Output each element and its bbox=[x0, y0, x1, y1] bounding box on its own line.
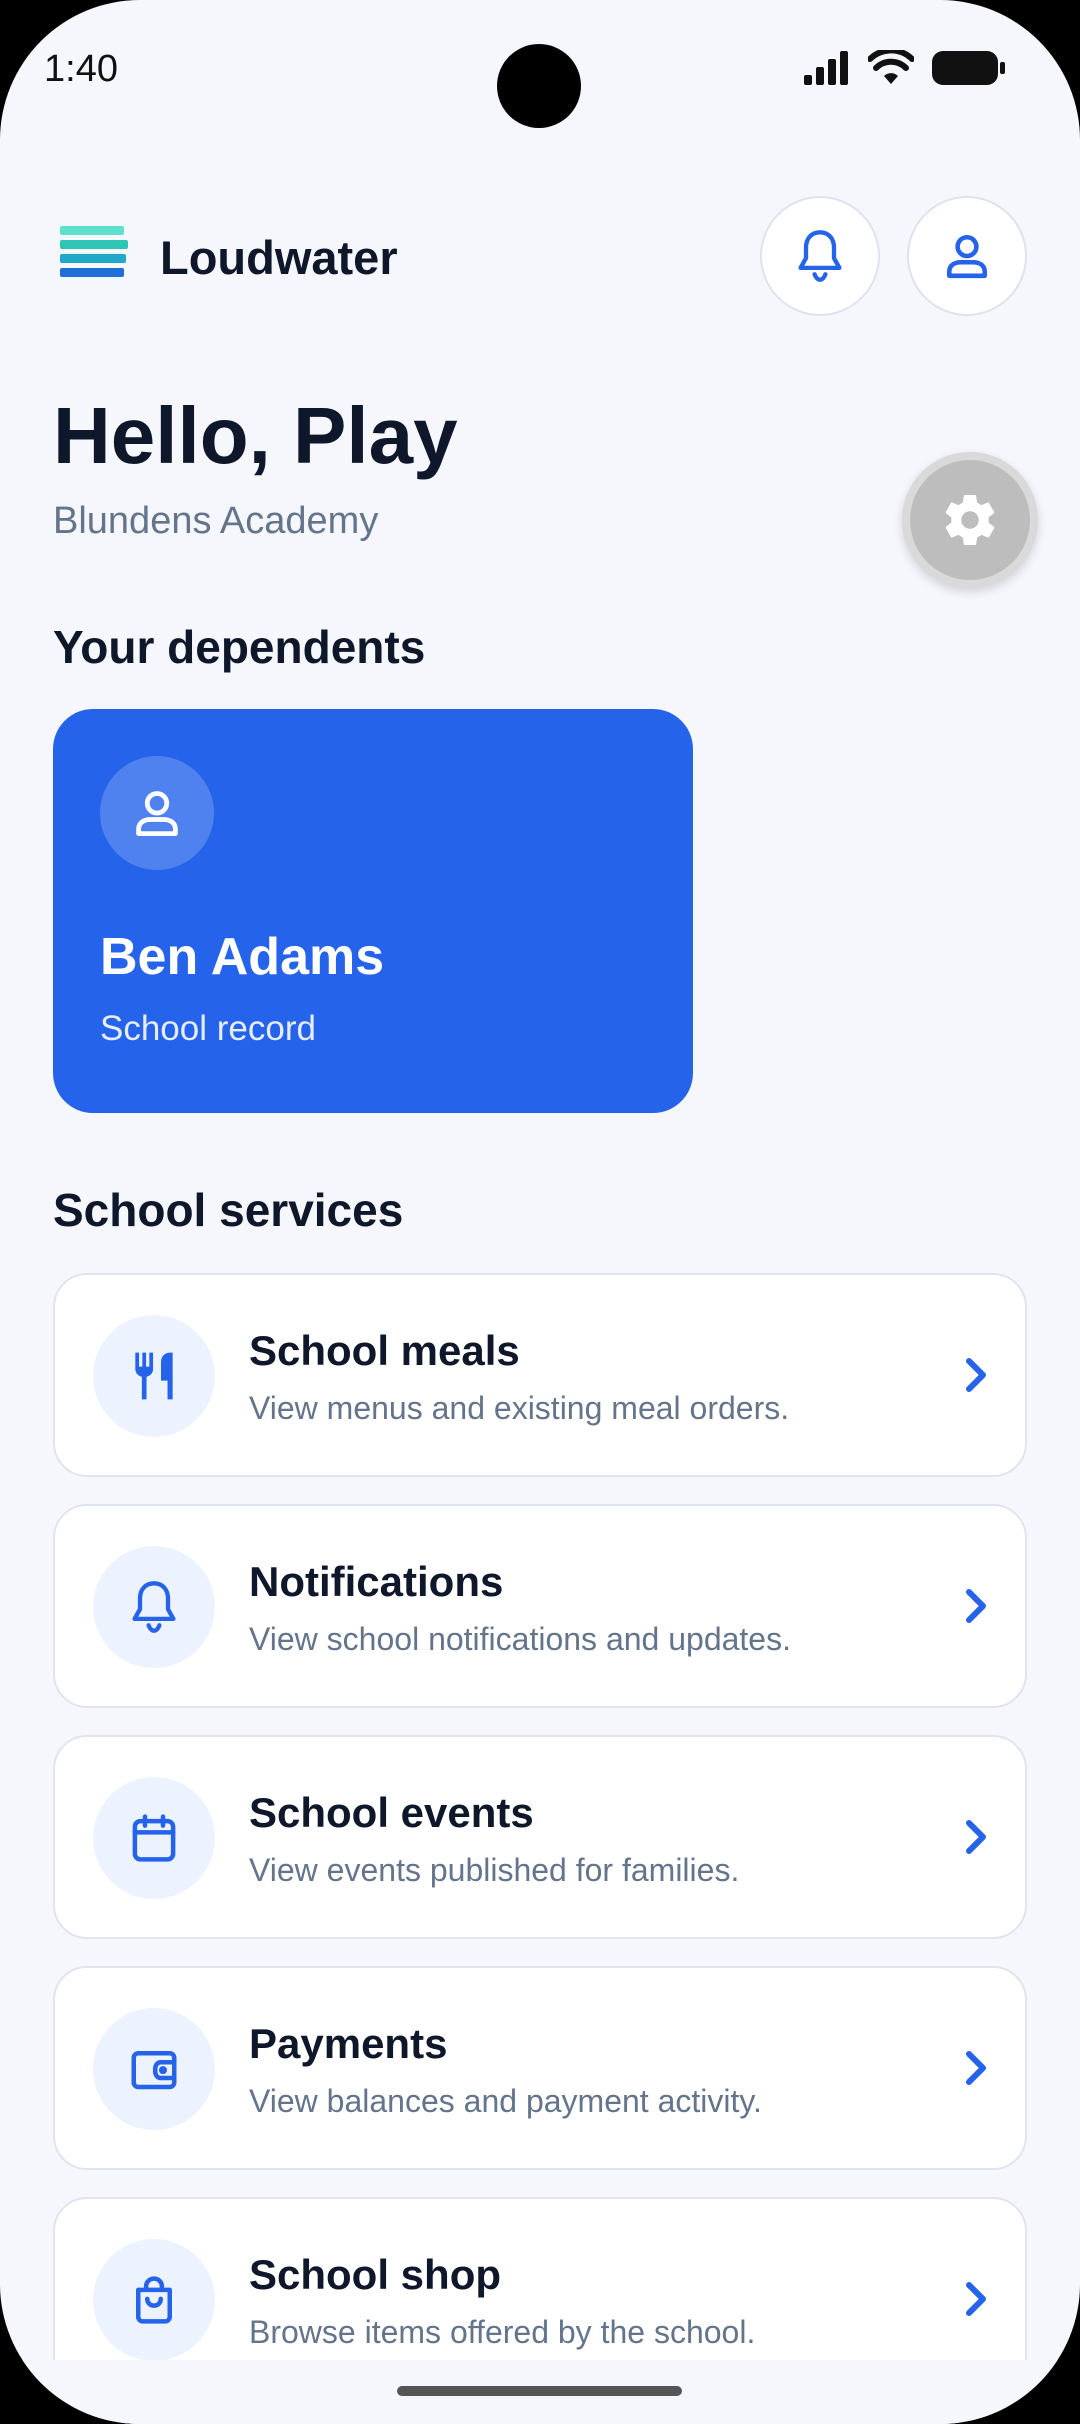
dependent-avatar bbox=[100, 756, 214, 870]
service-item-school-meals[interactable]: School meals View menus and existing mea… bbox=[53, 1273, 1027, 1477]
service-title: Notifications bbox=[249, 1558, 504, 1605]
dependent-card[interactable]: Ben Adams School record bbox=[53, 709, 693, 1113]
wallet-icon bbox=[131, 2051, 177, 2090]
chevron-right-icon bbox=[966, 2282, 986, 2316]
service-description: View events published for families. bbox=[249, 1852, 740, 1888]
service-title: School events bbox=[249, 1789, 534, 1836]
service-item-payments[interactable]: Payments View balances and payment activ… bbox=[53, 1966, 1027, 2170]
service-icon-container bbox=[93, 1546, 215, 1668]
status-time: 1:40 bbox=[44, 48, 118, 90]
service-list: School meals View menus and existing mea… bbox=[53, 1273, 1027, 2424]
greeting-title: Hello, Play bbox=[53, 391, 458, 480]
dependents-section-title: Your dependents bbox=[53, 621, 426, 673]
calendar-icon bbox=[132, 1814, 176, 1862]
bell-icon bbox=[798, 230, 842, 282]
chevron-right-icon bbox=[966, 2051, 986, 2085]
chevron-right-icon bbox=[966, 1820, 986, 1854]
bell-icon bbox=[132, 1581, 176, 1633]
gear-icon bbox=[945, 495, 995, 546]
settings-button[interactable] bbox=[902, 452, 1038, 588]
user-icon bbox=[136, 791, 178, 836]
service-description: View balances and payment activity. bbox=[249, 2083, 762, 2119]
service-icon-container bbox=[93, 1777, 215, 1899]
chevron-right-icon bbox=[966, 1358, 986, 1392]
service-description: View menus and existing meal orders. bbox=[249, 1390, 790, 1426]
status-icons bbox=[804, 50, 1006, 86]
notifications-button[interactable] bbox=[760, 196, 880, 316]
chevron-right-icon bbox=[966, 1589, 986, 1623]
app-title: Loudwater bbox=[160, 231, 398, 284]
wifi-icon bbox=[868, 50, 914, 84]
dependent-name: Ben Adams bbox=[100, 928, 385, 986]
service-icon-container bbox=[93, 2239, 215, 2361]
shopping-bag-icon bbox=[136, 2276, 172, 2324]
logo-icon bbox=[60, 226, 128, 278]
services-section-title: School services bbox=[53, 1184, 404, 1236]
battery-icon bbox=[932, 51, 1005, 85]
service-icon-container bbox=[93, 2008, 215, 2130]
phone-screen: 1:40 Loudwater Hello, Play Blundens Acad… bbox=[0, 0, 1080, 2424]
service-title: School shop bbox=[249, 2251, 501, 2298]
school-name: Blundens Academy bbox=[53, 500, 379, 542]
camera-cutout bbox=[497, 44, 581, 128]
service-item-school-events[interactable]: School events View events published for … bbox=[53, 1735, 1027, 1939]
status-bar: 1:40 bbox=[0, 0, 1080, 140]
app-header: Loudwater bbox=[0, 190, 1080, 320]
service-description: Browse items offered by the school. bbox=[249, 2314, 756, 2350]
home-indicator[interactable] bbox=[397, 2386, 682, 2396]
service-description: View school notifications and updates. bbox=[249, 1621, 791, 1657]
cutlery-icon bbox=[135, 1352, 173, 1400]
user-icon bbox=[947, 234, 987, 279]
service-item-notifications[interactable]: Notifications View school notifications … bbox=[53, 1504, 1027, 1708]
dependent-subtitle: School record bbox=[100, 1009, 316, 1048]
service-title: Payments bbox=[249, 2020, 448, 2067]
service-title: School meals bbox=[249, 1327, 520, 1374]
profile-button[interactable] bbox=[907, 196, 1027, 316]
signal-icon bbox=[804, 51, 848, 85]
service-icon-container bbox=[93, 1315, 215, 1437]
